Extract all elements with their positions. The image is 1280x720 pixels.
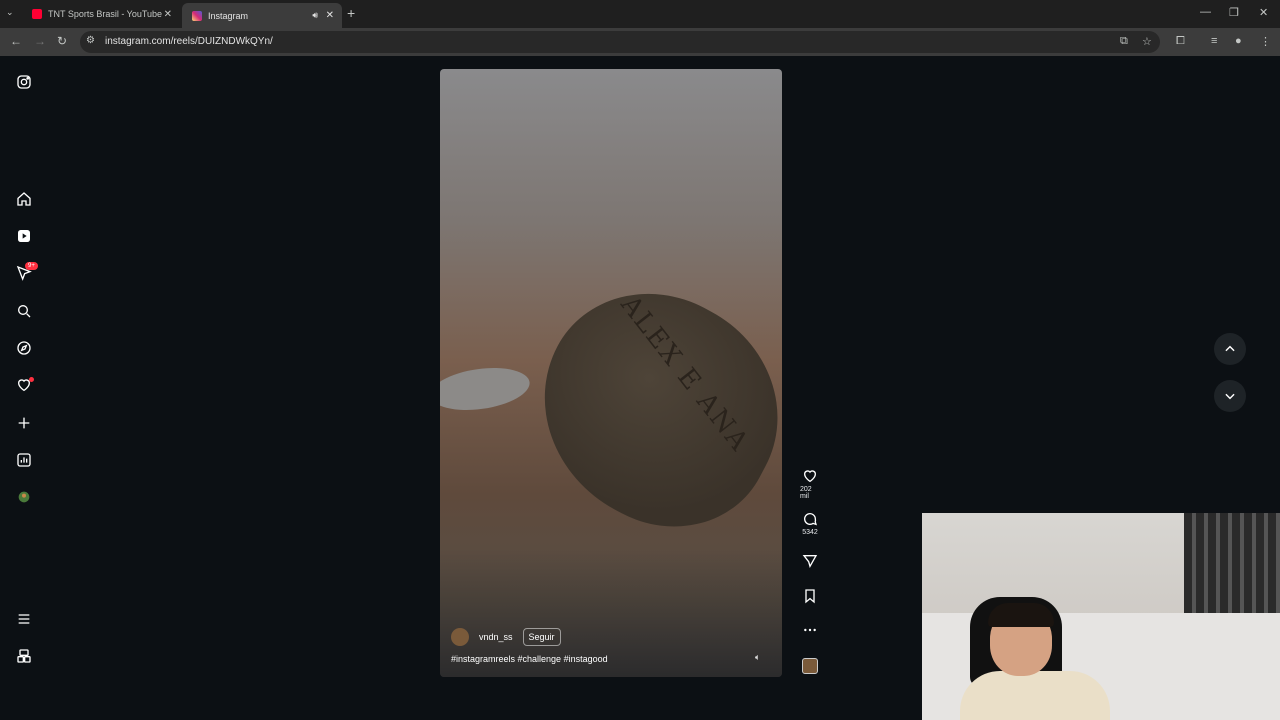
webcam-person-shirt — [960, 671, 1110, 720]
small-rock — [440, 362, 533, 416]
dashboard-icon[interactable] — [13, 449, 35, 471]
menu-dots-icon[interactable]: ⋮ — [1260, 35, 1271, 48]
close-tab-icon[interactable]: ✕ — [326, 10, 334, 21]
profile-icon[interactable]: ● — [1235, 35, 1242, 47]
like-count: 202 mil — [800, 486, 812, 500]
bookmark-icon[interactable] — [802, 588, 818, 604]
next-reel-button[interactable] — [1214, 380, 1246, 412]
save-action[interactable] — [800, 588, 820, 604]
reel-caption[interactable]: #instagramreels #challenge #instagood — [451, 654, 608, 664]
site-info-icon[interactable]: ⚙ — [86, 35, 95, 46]
search-icon[interactable] — [13, 300, 35, 322]
more-action[interactable] — [800, 622, 820, 638]
url-text: instagram.com/reels/DUIZNDWkQYn/ — [105, 36, 273, 47]
address-bar[interactable]: ⚙ instagram.com/reels/DUIZNDWkQYn/ — [80, 31, 1160, 53]
profile-avatar[interactable] — [13, 486, 35, 508]
media-control-icon[interactable]: ≡ — [1211, 35, 1217, 47]
tab-search-icon[interactable]: ⌄ — [6, 7, 14, 18]
instagram-favicon-icon — [192, 10, 202, 21]
reload-icon[interactable]: ↻ — [57, 34, 67, 48]
tab-youtube[interactable]: TNT Sports Brasil - YouTube ✕ — [22, 3, 180, 25]
speaker-icon[interactable]: 🔊︎ — [312, 10, 318, 21]
tab-instagram[interactable]: Instagram 🔊︎ ✕ — [182, 3, 342, 28]
meta-apps-icon[interactable] — [13, 645, 35, 667]
notifications-badge: 9+ — [25, 262, 38, 270]
youtube-favicon-icon — [32, 9, 42, 19]
author-avatar[interactable] — [451, 628, 469, 646]
restore-icon[interactable]: ❐ — [1229, 6, 1239, 19]
more-menu-icon[interactable] — [13, 608, 35, 630]
audio-thumbnail[interactable] — [802, 658, 818, 674]
reel-video[interactable]: ALEX E ANA — [440, 69, 782, 677]
comment-icon[interactable] — [802, 511, 818, 527]
audio-icon[interactable]: 🔈︎ — [755, 652, 760, 663]
share-action[interactable] — [800, 553, 820, 569]
close-tab-icon[interactable]: ✕ — [164, 9, 172, 20]
explore-icon[interactable] — [13, 337, 35, 359]
comment-action[interactable]: 5342 — [800, 511, 820, 536]
like-heart-icon[interactable] — [802, 468, 818, 484]
share-icon[interactable] — [802, 553, 818, 569]
follow-button[interactable]: Seguir — [522, 628, 561, 646]
create-icon[interactable] — [13, 412, 35, 434]
author-username[interactable]: vndn_ss — [479, 632, 513, 642]
tab-title: TNT Sports Brasil - YouTube — [48, 9, 163, 19]
more-dots-icon[interactable] — [802, 622, 818, 638]
previous-reel-button[interactable] — [1214, 333, 1246, 365]
minimize-icon[interactable]: — — [1200, 6, 1211, 18]
tab-title: Instagram — [208, 10, 249, 21]
browser-tab-bar: ⌄ TNT Sports Brasil - YouTube ✕ Instagra… — [0, 0, 1280, 28]
chevron-up-icon — [1225, 345, 1235, 352]
extensions-icon[interactable]: ⧠ — [1176, 35, 1185, 48]
chevron-down-icon — [1225, 393, 1235, 400]
webcam-overlay — [922, 513, 1280, 720]
browser-toolbar: ← → ↻ ⚙ instagram.com/reels/DUIZNDWkQYn/… — [0, 28, 1280, 56]
webcam-person-hair — [988, 603, 1054, 627]
comment-count: 5342 — [802, 529, 818, 536]
bookmark-star-icon[interactable]: ☆ — [1142, 35, 1152, 48]
back-icon[interactable]: ← — [10, 34, 22, 48]
instagram-logo-icon[interactable] — [13, 71, 35, 93]
reels-icon[interactable] — [13, 225, 35, 247]
reel-author: vndn_ss Seguir — [451, 628, 561, 646]
like-action[interactable]: 202 mil — [800, 468, 820, 500]
forward-icon[interactable]: → — [34, 34, 46, 48]
home-icon[interactable] — [13, 188, 35, 210]
install-app-icon[interactable]: ⧉ — [1120, 35, 1128, 48]
new-tab-icon[interactable]: + — [347, 5, 355, 21]
notification-dot — [29, 377, 34, 382]
close-window-icon[interactable]: ✕ — [1259, 6, 1268, 19]
